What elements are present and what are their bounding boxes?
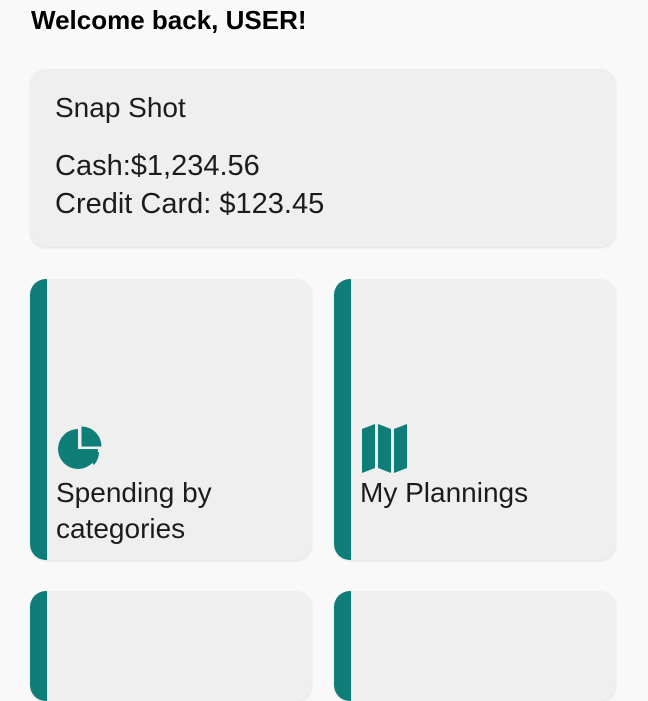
map-icon: [362, 424, 407, 473]
tile-accent-stripe: [30, 591, 47, 701]
pie-chart-icon: [58, 426, 102, 469]
my-plannings-tile[interactable]: My Plannings: [334, 279, 616, 560]
snapshot-card[interactable]: Snap Shot Cash:$1,234.56 Credit Card: $1…: [30, 69, 616, 247]
tile-accent-stripe: [334, 279, 351, 560]
tile-label-line-1: Spending by: [56, 477, 212, 508]
credit-card-balance: Credit Card: $123.45: [55, 188, 325, 220]
tile-label: My Plannings: [360, 477, 529, 508]
tile-label-line-2: categories: [56, 513, 186, 544]
snapshot-title: Snap Shot: [55, 92, 186, 123]
tile-4[interactable]: [334, 591, 616, 701]
cash-balance: Cash:$1,234.56: [55, 150, 260, 182]
spending-by-categories-tile[interactable]: Spending by categories: [30, 279, 312, 560]
tile-accent-stripe: [30, 279, 47, 560]
tile-3[interactable]: [30, 591, 312, 701]
tile-accent-stripe: [334, 591, 351, 701]
welcome-heading: Welcome back, USER!: [31, 5, 307, 35]
